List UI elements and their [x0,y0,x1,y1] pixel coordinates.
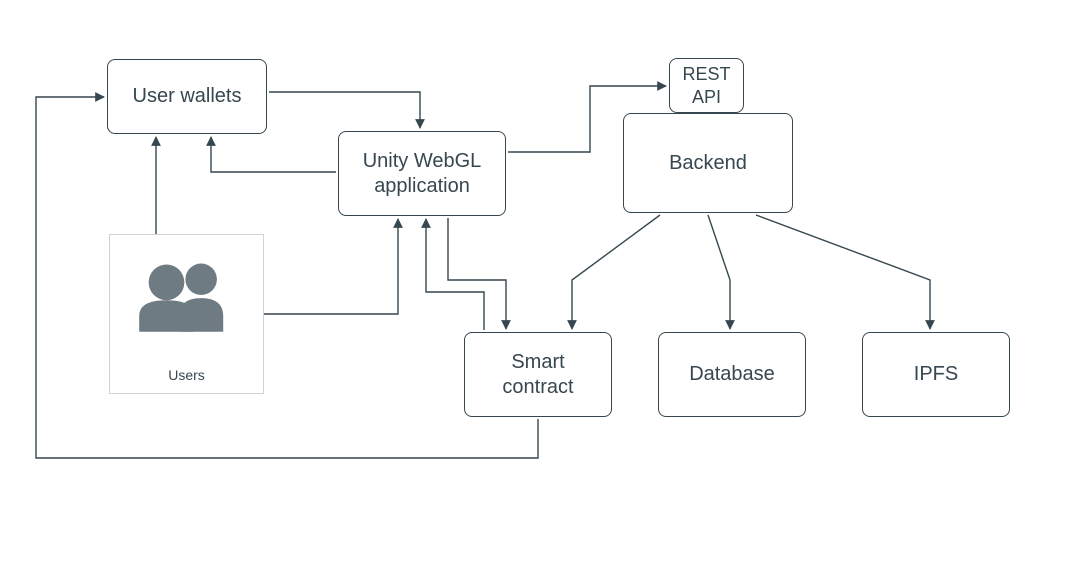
node-smart-contract: Smart contract [464,332,612,417]
node-backend-label: Backend [669,151,747,176]
node-user-wallets: User wallets [107,59,267,134]
node-unity-label: Unity WebGL application [347,149,497,199]
node-user-wallets-label: User wallets [133,84,242,109]
node-unity: Unity WebGL application [338,131,506,216]
edge-wallets-to-unity [269,92,420,128]
node-ipfs-label: IPFS [914,362,958,387]
node-rest-api-label: REST API [678,63,735,108]
edge-unity-to-wallets [211,137,336,172]
node-database: Database [658,332,806,417]
edge-users-to-unity [264,219,398,314]
node-users-label: Users [110,367,263,383]
node-smart-contract-label: Smart contract [473,350,603,400]
edge-unity-to-smart-contract [448,218,506,329]
node-database-label: Database [689,362,775,387]
node-ipfs: IPFS [862,332,1010,417]
edge-backend-to-smart-contract [572,215,660,329]
node-users: Users [109,234,264,394]
users-icon [135,255,240,335]
edge-backend-to-ipfs [756,215,930,329]
edge-smart-contract-to-unity [426,219,484,330]
edge-backend-to-database [708,215,730,329]
node-rest-api: REST API [669,58,744,113]
node-backend: Backend [623,113,793,213]
